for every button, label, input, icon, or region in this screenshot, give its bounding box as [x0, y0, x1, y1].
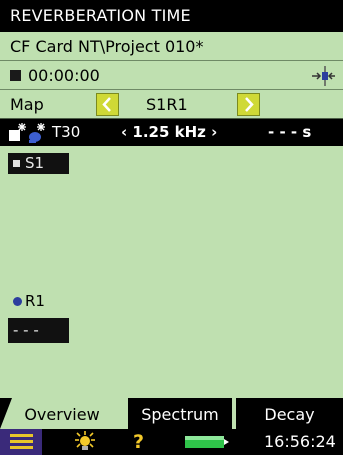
menu-line-icon	[10, 446, 33, 449]
frequency-selector[interactable]: ‹ 1.25 kHz ›	[121, 119, 217, 146]
chevron-right-icon	[245, 97, 254, 112]
map-row: Map S1R1	[0, 90, 343, 119]
receiver-label: R1	[25, 292, 45, 310]
backlight-bulb-icon[interactable]	[74, 431, 96, 453]
clock: 16:56:24	[264, 432, 336, 451]
position-label: S1R1	[146, 95, 188, 114]
tab-spectrum-label: Spectrum	[141, 405, 219, 424]
previous-position-button[interactable]	[96, 93, 119, 116]
title-bar: REVERBERATION TIME	[0, 0, 343, 32]
project-path: CF Card NT\Project 010*	[10, 37, 204, 56]
receiver-dot-icon[interactable]	[13, 297, 22, 306]
next-position-button[interactable]	[237, 93, 260, 116]
tab-spectrum[interactable]: Spectrum	[128, 398, 232, 429]
source-label: S1	[25, 154, 45, 172]
source-receiver-icon	[9, 123, 45, 143]
elapsed-time: 00:00:00	[28, 66, 100, 85]
receiver-value: - - -	[13, 321, 39, 339]
tab-decay-label: Decay	[264, 405, 315, 424]
status-bar: ? 16:56:24	[0, 429, 343, 455]
tab-overview[interactable]: Overview	[0, 398, 124, 429]
menu-line-icon	[10, 434, 33, 437]
chevron-left-icon	[102, 97, 111, 112]
stop-status-icon	[10, 70, 21, 81]
page-title: REVERBERATION TIME	[10, 6, 191, 25]
tab-bar: Overview Spectrum Decay	[0, 398, 343, 429]
tab-overview-label: Overview	[24, 405, 100, 424]
help-icon[interactable]: ?	[133, 429, 144, 455]
timer-row: 00:00:00	[0, 61, 343, 90]
cursor-crosshair-icon[interactable]	[311, 65, 335, 87]
main-menu-button[interactable]	[0, 429, 42, 455]
parameter-label[interactable]: T30	[52, 119, 80, 146]
menu-line-icon	[10, 440, 33, 443]
receiver-value-box: - - -	[8, 318, 69, 343]
map-area[interactable]: S1 R1 - - -	[0, 146, 343, 398]
parameter-bar: T30 ‹ 1.25 kHz › - - - s	[0, 119, 343, 146]
battery-icon[interactable]	[185, 434, 229, 450]
source-square-icon	[13, 160, 20, 167]
parameter-value: - - - s	[268, 123, 312, 141]
source-tag[interactable]: S1	[8, 153, 69, 174]
project-path-row[interactable]: CF Card NT\Project 010*	[0, 32, 343, 61]
tab-decay[interactable]: Decay	[236, 398, 343, 429]
map-label: Map	[10, 95, 44, 114]
